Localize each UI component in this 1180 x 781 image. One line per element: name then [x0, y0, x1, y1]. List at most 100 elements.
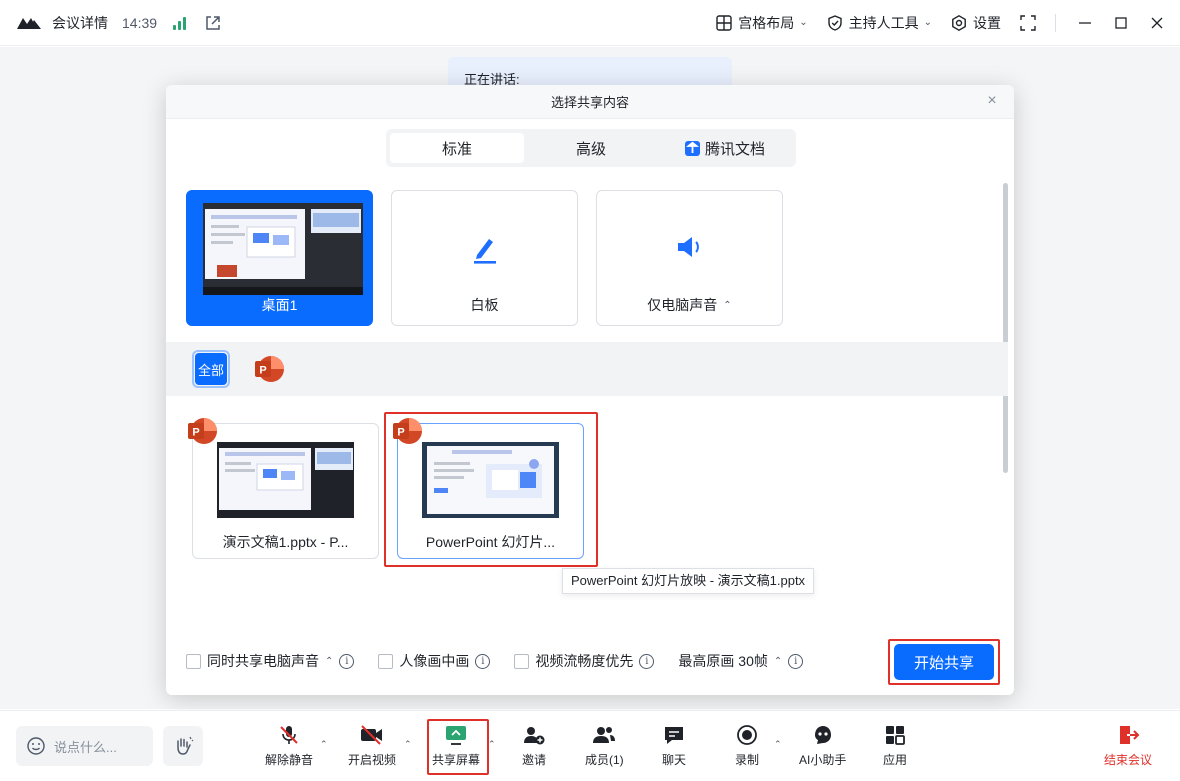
share-audio-checkbox[interactable] [186, 653, 201, 669]
layout-menu[interactable]: 宫格布局 ⌄ [715, 13, 808, 33]
settings-button[interactable]: 设置 [950, 13, 1001, 33]
powerpoint-icon: P [188, 418, 217, 444]
host-tools-label: 主持人工具 [848, 14, 919, 31]
filter-all-label: 全部 [195, 353, 227, 385]
share-content-dialog: 选择共享内容 × 标准 高级 腾讯文档 桌面1 白板 仅电脑声音 ⌃ 全部 P … [166, 85, 1014, 695]
max-quality-label: 最高原画 30帧 [678, 653, 768, 669]
apps-icon [886, 726, 905, 745]
host-tools-menu[interactable]: 主持人工具 ⌄ [826, 13, 932, 33]
tab-tencent-docs[interactable]: 腾讯文档 [658, 133, 792, 163]
minimize-icon[interactable] [1078, 16, 1092, 30]
card-label: 桌面1 [187, 295, 372, 315]
card-label: 白板 [392, 295, 577, 315]
share-source-cards: 桌面1 白板 仅电脑声音 ⌃ [186, 190, 783, 326]
dialog-title: 选择共享内容 [550, 95, 629, 110]
chevron-up-icon[interactable]: ⌃ [404, 739, 412, 750]
svg-text:P: P [259, 365, 266, 377]
chat-icon [665, 727, 683, 744]
computer-audio-card[interactable]: 仅电脑声音 ⌃ [596, 190, 783, 326]
hand-icon [177, 736, 194, 755]
chevron-up-icon[interactable]: ⌃ [723, 300, 731, 311]
chevron-up-icon[interactable]: ⌃ [774, 739, 782, 750]
camera-off-icon [361, 725, 382, 745]
computer-audio-label: 仅电脑声音 [647, 297, 718, 313]
end-meeting-button[interactable]: 结束会议 [1104, 723, 1152, 768]
highlight-box-window [384, 412, 598, 567]
share-audio-label: 同时共享电脑声音 [207, 653, 319, 669]
maximize-icon[interactable] [1114, 16, 1128, 30]
unmute-button[interactable]: 解除静音 [265, 723, 313, 768]
desktop-preview-image [203, 203, 363, 295]
speaker-icon [677, 237, 699, 257]
pptx-preview-image [217, 442, 354, 518]
invite-button[interactable]: 邀请 [522, 723, 546, 768]
chevron-up-icon[interactable]: ⌃ [325, 656, 333, 667]
chevron-up-icon[interactable]: ⌃ [774, 656, 782, 667]
raise-hand-button[interactable] [163, 726, 203, 766]
highlight-box-share [427, 719, 489, 775]
highlight-box-start [888, 639, 1000, 685]
grid-layout-icon [716, 14, 732, 31]
close-icon[interactable] [1150, 16, 1164, 30]
meeting-time: 14:39 [122, 14, 158, 31]
title-bar: 会议详情 14:39 宫格布局 ⌄ 主持人工具 ⌄ 设置 [0, 0, 1180, 46]
dialog-close-icon[interactable]: × [984, 93, 1000, 109]
dialog-header: 选择共享内容 × [166, 85, 1014, 119]
pencil-icon [473, 239, 496, 264]
quick-chat-input[interactable]: 说点什么... [16, 726, 153, 766]
info-icon[interactable]: i [639, 653, 655, 669]
ai-assistant-button[interactable]: AI小助手 [799, 723, 846, 768]
desktop-card[interactable]: 桌面1 [186, 190, 373, 326]
unmute-label: 解除静音 [265, 753, 314, 767]
pip-checkbox[interactable] [378, 653, 394, 669]
window-tooltip: PowerPoint 幻灯片放映 - 演示文稿1.pptx [562, 568, 815, 594]
external-link-icon[interactable] [204, 14, 222, 32]
chat-button[interactable]: 聊天 [662, 723, 686, 768]
tab-advanced[interactable]: 高级 [524, 133, 658, 163]
option-pip: 人像画中画 i [378, 651, 491, 671]
record-label: 录制 [735, 753, 760, 767]
option-max-quality[interactable]: 最高原画 30帧 ⌃ i [678, 651, 804, 671]
shield-check-icon [827, 14, 842, 31]
chevron-up-icon[interactable]: ⌃ [488, 739, 496, 750]
meeting-details-link[interactable]: 会议详情 [52, 13, 108, 33]
tencent-meeting-logo-icon [17, 17, 41, 29]
start-video-label: 开启视频 [348, 753, 397, 767]
add-user-icon [524, 727, 545, 745]
members-button[interactable]: 成员(1) [585, 723, 624, 768]
chevron-up-icon[interactable]: ⌃ [320, 739, 328, 750]
gear-icon [952, 14, 966, 31]
layout-label: 宫格布局 [738, 14, 795, 31]
whiteboard-card[interactable]: 白板 [391, 190, 578, 326]
members-icon [593, 727, 616, 743]
invite-label: 邀请 [522, 753, 547, 767]
info-icon[interactable]: i [339, 653, 355, 669]
tab-standard[interactable]: 标准 [390, 133, 524, 163]
fullscreen-icon[interactable] [1019, 14, 1037, 32]
apps-label: 应用 [883, 753, 908, 767]
smiley-icon [27, 737, 45, 755]
apps-button[interactable]: 应用 [883, 723, 907, 768]
filter-all-chip[interactable]: 全部 [192, 350, 230, 388]
tab-label: 腾讯文档 [704, 140, 765, 158]
pip-label: 人像画中画 [399, 653, 470, 669]
tencent-docs-icon [684, 140, 700, 156]
window-card-pptx[interactable]: P 演示文稿1.pptx - P... [188, 418, 379, 559]
info-icon[interactable]: i [788, 653, 804, 669]
exit-icon [1120, 726, 1140, 744]
settings-label: 设置 [973, 14, 1001, 31]
dialog-scrollbar[interactable] [1003, 183, 1008, 473]
members-label: 成员(1) [585, 753, 624, 767]
start-video-button[interactable]: 开启视频 [348, 723, 396, 768]
meeting-toolbar: 说点什么... 解除静音 ⌃ 开启视频 ⌃ 共享屏幕 ⌃ 邀请 成员(1) 聊天… [0, 710, 1180, 781]
video-smooth-checkbox[interactable] [514, 653, 530, 669]
tab-label: 标准 [441, 140, 472, 158]
window-label: 演示文稿1.pptx - P... [222, 534, 349, 550]
option-video-smooth: 视频流畅度优先 i [514, 651, 655, 671]
signal-strength-icon[interactable] [173, 16, 187, 30]
chevron-down-icon: ⌄ [923, 17, 932, 28]
info-icon[interactable]: i [475, 653, 491, 669]
window-thumbnail [217, 442, 354, 518]
powerpoint-filter-icon[interactable]: P [252, 354, 286, 384]
record-button[interactable]: 录制 [735, 723, 759, 768]
